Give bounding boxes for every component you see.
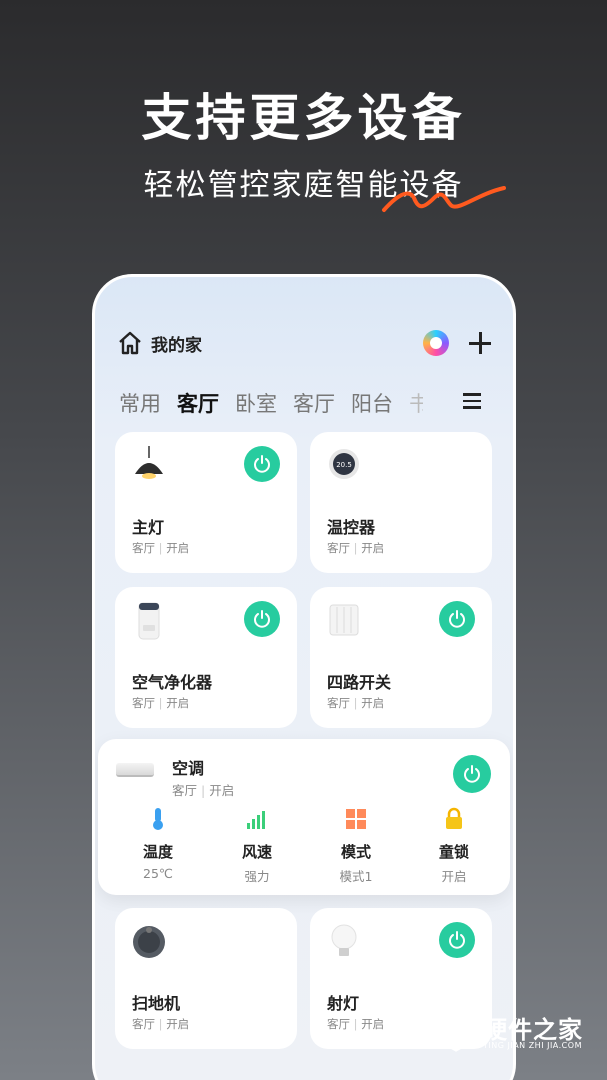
air-conditioner-icon [116,763,154,777]
bulb-icon [331,924,357,956]
device-meta: 客厅 | 开启 [327,696,385,710]
power-icon [464,765,480,783]
device-meta: 客厅 | 开启 [172,783,235,798]
room-tabs: 常用 客厅 卧室 客厅 阳台 书 [119,387,491,419]
ac-control-child-lock[interactable]: 童锁 开启 [414,807,494,885]
add-device-icon[interactable] [469,332,491,354]
tab-common[interactable]: 常用 [119,388,161,418]
power-button[interactable] [439,601,475,637]
control-value: 开启 [441,869,467,884]
assistant-logo-icon[interactable] [423,330,449,356]
device-name: 温控器 [327,518,376,537]
power-icon [254,610,270,628]
pendant-lamp-icon [135,446,163,479]
power-button[interactable] [244,601,280,637]
device-name: 四路开关 [327,673,392,692]
device-meta: 客厅 | 开启 [327,541,385,555]
hero-title: 支持更多设备 [141,89,466,147]
control-label: 温度 [142,843,173,861]
phone-frame: 我的家 常用 客厅 卧室 客厅 阳台 书 主灯 客厅 | 开启 20.5 温控 [92,274,516,1080]
device-name: 射灯 [327,994,360,1013]
device-name: 空调 [172,759,205,778]
device-card-thermostat[interactable]: 20.5 温控器 客厅 | 开启 [310,432,492,573]
control-value: 强力 [244,869,270,884]
device-card-robot-vacuum[interactable]: 扫地机 客厅 | 开启 [115,908,297,1049]
watermark-title: 硬件之家 [483,1016,583,1044]
device-name: 扫地机 [132,994,181,1013]
control-label: 模式 [340,843,371,861]
control-label: 童锁 [438,843,469,861]
thermostat-icon: 20.5 [329,449,359,479]
menu-icon[interactable] [463,393,481,411]
watermark-subtitle: YING JIAN ZHI JIA.COM [483,1041,582,1050]
device-meta: 客厅 | 开启 [132,696,190,710]
device-name: 主灯 [132,518,165,537]
home-icon[interactable] [117,330,143,356]
device-card-air-purifier[interactable]: 空气净化器 客厅 | 开启 [115,587,297,728]
thermometer-icon [153,808,163,830]
tab-living-room-2[interactable]: 客厅 [293,388,335,418]
svg-text:20.5: 20.5 [336,461,352,469]
control-value: 25℃ [143,866,173,881]
power-icon [449,931,465,949]
hero-subtitle: 轻松管控家庭智能设备 [143,168,464,203]
tab-study[interactable]: 书 [409,388,423,418]
watermark-logo-icon [438,1010,474,1052]
power-button[interactable] [453,755,491,793]
signal-bars-icon [247,811,265,829]
tab-living-room[interactable]: 客厅 [177,388,219,418]
control-label: 风速 [241,843,272,861]
device-meta: 客厅 | 开启 [132,1017,190,1031]
device-card-air-conditioner[interactable]: 空调 客厅 | 开启 温度 25℃ 风速 强力 模式 模式1 童锁 开启 [98,739,510,895]
power-icon [254,455,270,473]
home-selector[interactable]: 我的家 [151,331,202,356]
ac-control-mode[interactable]: 模式 模式1 [316,807,396,885]
squiggle-decoration [382,186,506,212]
tab-balcony[interactable]: 阳台 [351,388,393,418]
device-card-four-way-switch[interactable]: 四路开关 客厅 | 开启 [310,587,492,728]
device-meta: 客厅 | 开启 [132,541,190,555]
lock-icon [446,807,462,829]
device-card-main-light[interactable]: 主灯 客厅 | 开启 [115,432,297,573]
device-name: 空气净化器 [132,673,213,692]
air-purifier-icon [138,602,160,640]
power-button[interactable] [439,922,475,958]
switch-panel-icon [329,604,359,636]
power-button[interactable] [244,446,280,482]
grid-icon [346,809,366,829]
robot-vacuum-icon [133,926,165,958]
control-value: 模式1 [339,869,373,884]
ac-control-fan-speed[interactable]: 风速 强力 [217,807,297,885]
tab-bedroom[interactable]: 卧室 [235,388,277,418]
ac-control-temperature[interactable]: 温度 25℃ [118,807,198,881]
device-meta: 客厅 | 开启 [327,1017,385,1031]
power-icon [449,610,465,628]
top-bar: 我的家 [117,327,491,359]
